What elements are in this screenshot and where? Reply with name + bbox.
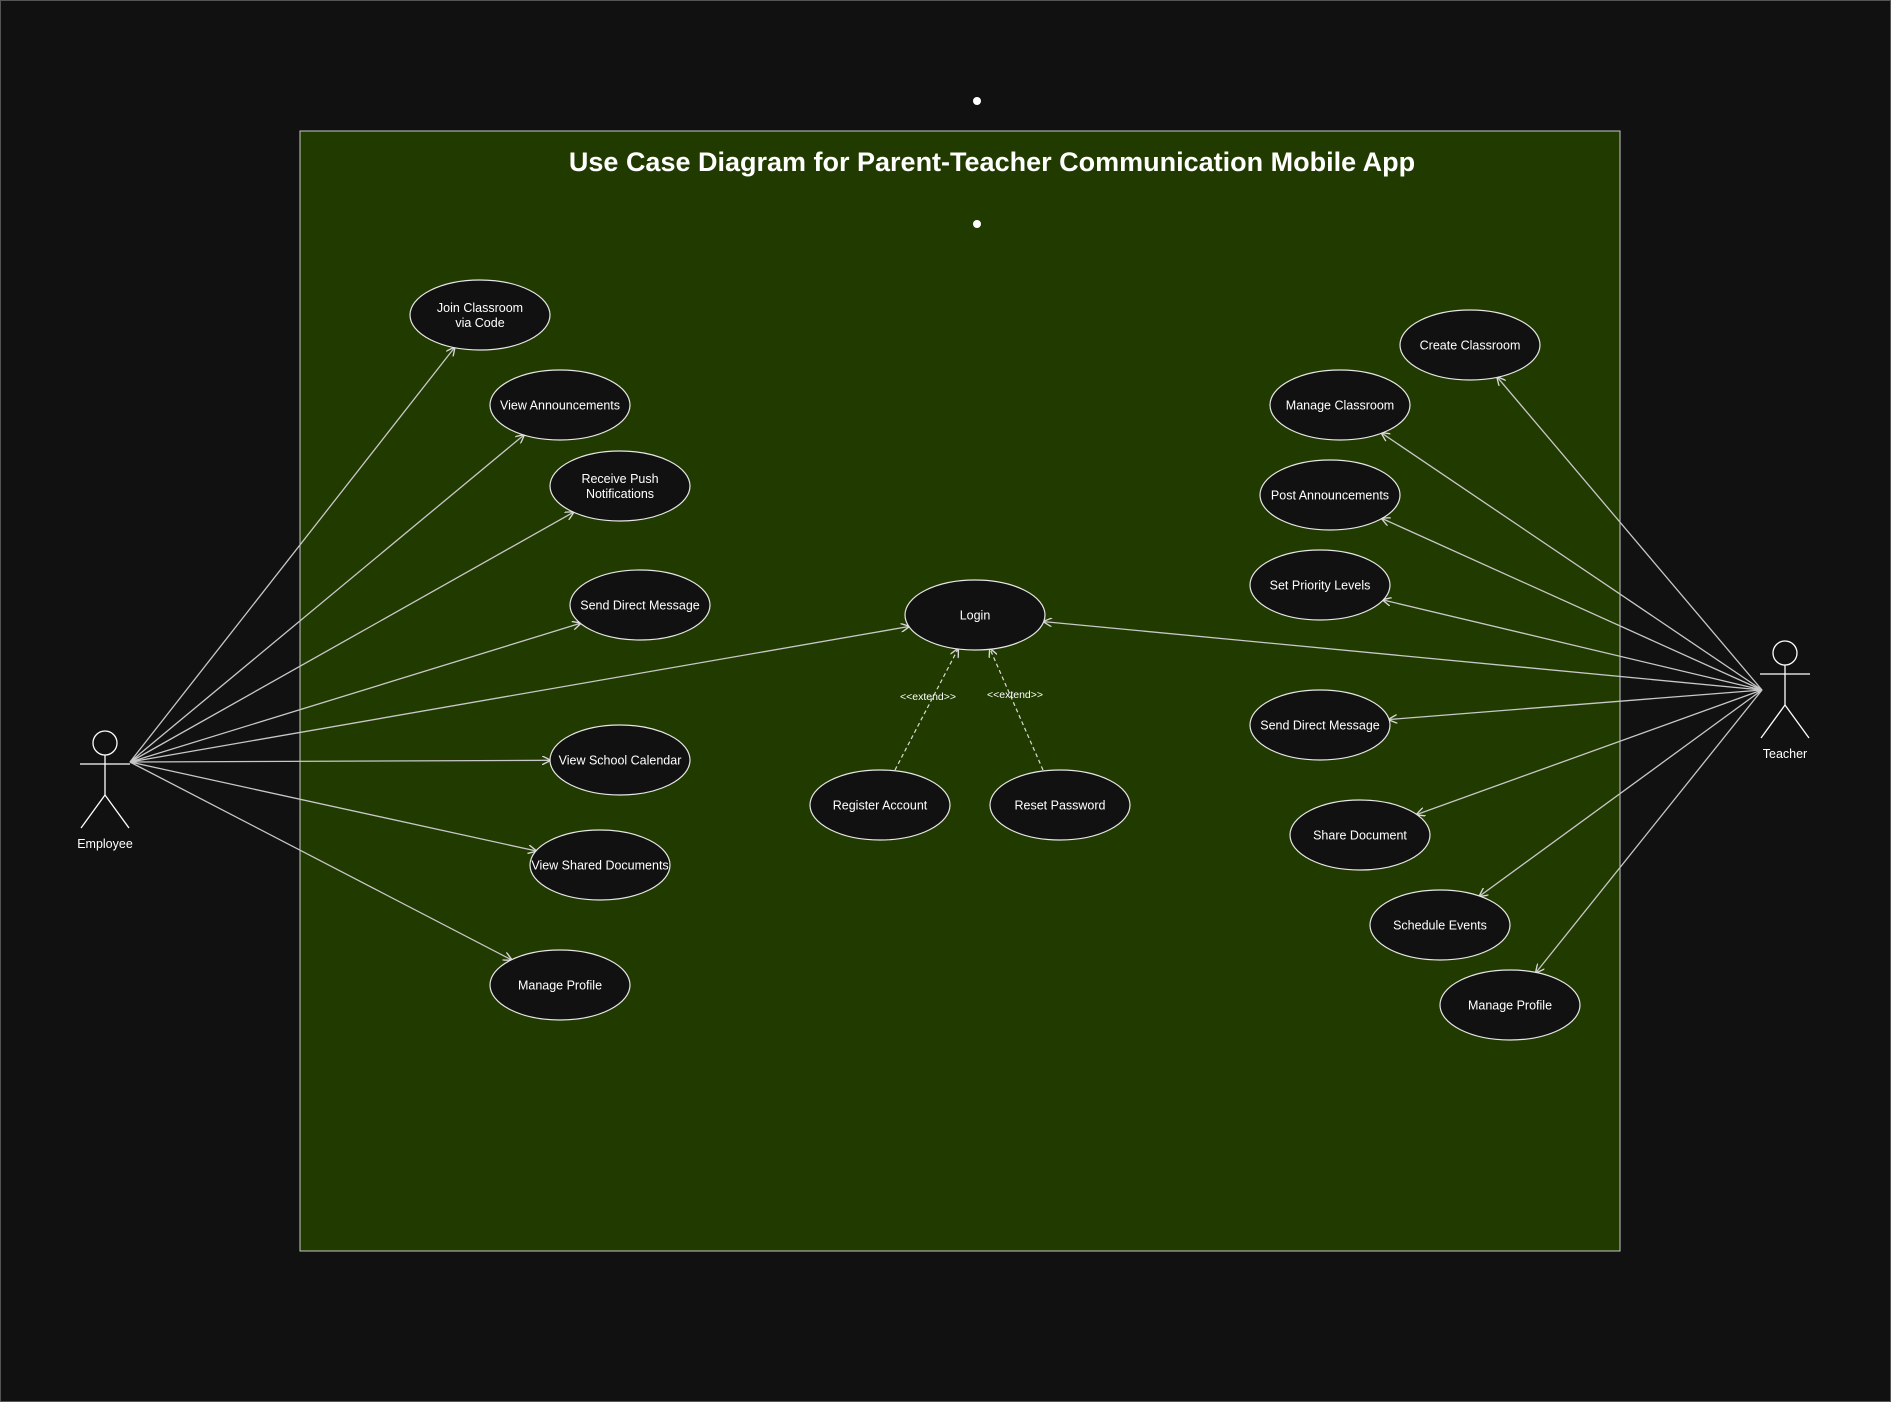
extend-label-register: <<extend>> xyxy=(900,691,956,703)
use-case-teach-send-dm[interactable]: Send Direct Message xyxy=(1249,689,1391,761)
use-case-label: Send Direct Message xyxy=(1260,719,1380,733)
use-case-emp-send-dm[interactable]: Send Direct Message xyxy=(569,569,711,641)
use-case-login[interactable]: Login xyxy=(904,579,1046,651)
use-case-ellipse[interactable] xyxy=(549,450,691,522)
use-case-view-shared-docs[interactable]: View Shared Documents xyxy=(529,829,671,901)
use-case-schedule-events[interactable]: Schedule Events xyxy=(1369,889,1511,961)
use-case-join-classroom[interactable]: Join Classroom via Code xyxy=(409,279,551,351)
use-case-label: Manage Profile xyxy=(518,979,602,993)
use-case-teach-manage-profile[interactable]: Manage Profile xyxy=(1439,969,1581,1041)
use-case-label: View Shared Documents xyxy=(531,859,668,873)
use-case-reset-password[interactable]: Reset Password xyxy=(989,769,1131,841)
actor-label: Teacher xyxy=(1763,747,1807,761)
use-case-label: Manage Profile xyxy=(1468,999,1552,1013)
use-case-view-calendar[interactable]: View School Calendar xyxy=(549,724,691,796)
use-case-label: Manage Classroom xyxy=(1286,399,1394,413)
connector-dot xyxy=(973,220,981,228)
use-case-label: View School Calendar xyxy=(559,754,682,768)
actor-label: Employee xyxy=(77,837,133,851)
use-case-label: Register Account xyxy=(833,799,928,813)
use-case-label: Set Priority Levels xyxy=(1270,579,1371,593)
use-case-emp-manage-profile[interactable]: Manage Profile xyxy=(489,949,631,1021)
use-case-label: Create Classroom xyxy=(1420,339,1521,353)
use-case-register[interactable]: Register Account xyxy=(809,769,951,841)
use-case-label: Schedule Events xyxy=(1393,919,1487,933)
extend-label-reset_password: <<extend>> xyxy=(987,689,1043,701)
use-case-post-announcements[interactable]: Post Announcements xyxy=(1259,459,1401,531)
use-case-label: Send Direct Message xyxy=(580,599,700,613)
use-case-diagram-canvas: Use Case Diagram for Parent-Teacher Comm… xyxy=(0,0,1891,1402)
use-case-set-priority[interactable]: Set Priority Levels xyxy=(1249,549,1391,621)
use-case-create-classroom[interactable]: Create Classroom xyxy=(1399,309,1541,381)
connector-dot xyxy=(973,97,981,105)
use-case-receive-push[interactable]: Receive Push Notifications xyxy=(549,450,691,522)
use-case-ellipse[interactable] xyxy=(409,279,551,351)
use-case-label: View Announcements xyxy=(500,399,620,413)
use-case-label: Share Document xyxy=(1313,829,1407,843)
use-case-label: Receive Push Notifications xyxy=(581,472,658,501)
use-case-label: Login xyxy=(960,609,991,623)
use-case-share-document[interactable]: Share Document xyxy=(1289,799,1431,871)
diagram-title: Use Case Diagram for Parent-Teacher Comm… xyxy=(569,147,1415,177)
use-case-view-announcements[interactable]: View Announcements xyxy=(489,369,631,441)
use-case-label: Post Announcements xyxy=(1271,489,1389,503)
use-case-label: Reset Password xyxy=(1014,799,1105,813)
use-case-manage-classroom[interactable]: Manage Classroom xyxy=(1269,369,1411,441)
